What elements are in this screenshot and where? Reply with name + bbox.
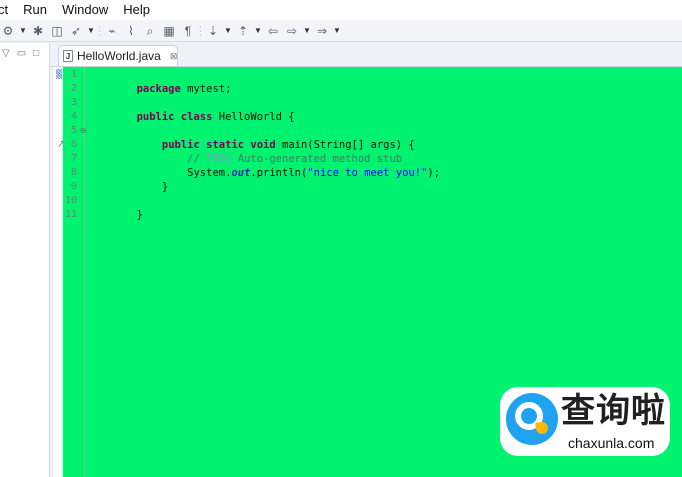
new-package-icon[interactable]: ✱: [30, 23, 46, 39]
eclipse-window: ct Run Window Help ⚙ ▼ ✱ ◫ ➶ ▼ ⋮ ⌁ ⌇ ⌕ ▦…: [0, 0, 682, 477]
minimize-icon[interactable]: ▭: [17, 49, 26, 59]
toolbar-separator-icon: ⋮: [93, 23, 106, 38]
code-text: );: [427, 167, 441, 179]
code-text: }: [136, 209, 143, 221]
previous-annotation-icon[interactable]: ⇡: [235, 23, 251, 39]
search-icon[interactable]: ⌕: [142, 23, 158, 39]
code-line[interactable]: public static void main(String[] args) {: [86, 124, 415, 151]
dropdown-arrow-icon[interactable]: ▼: [254, 23, 262, 39]
editor-annotation-gutter: ↗: [54, 67, 65, 477]
close-icon[interactable]: ⊠: [170, 51, 177, 62]
editor-tab-title: HelloWorld.java: [77, 49, 161, 63]
dropdown-arrow-icon[interactable]: ▼: [333, 23, 341, 39]
dropdown-arrow-icon[interactable]: ▼: [19, 23, 27, 39]
code-text: mytest;: [180, 83, 232, 95]
current-line-indicator: [56, 69, 62, 79]
view-menu-icon[interactable]: ▽: [2, 49, 10, 59]
line-number: 1: [70, 69, 77, 80]
package-explorer-panel: ▽ ▭ □: [0, 43, 50, 477]
annotation-icon[interactable]: ▦: [161, 23, 177, 39]
panel-controls: ▽ ▭ □: [2, 49, 39, 59]
code-line[interactable]: System.out.println("nice to meet you!");: [86, 152, 440, 179]
editor-tab-helloworld[interactable]: J HelloWorld.java ⊠: [58, 45, 178, 66]
watermark-domain: chaxunla.com: [568, 435, 655, 451]
code-line[interactable]: }: [86, 194, 143, 221]
menu-run[interactable]: Run: [23, 0, 54, 20]
line-number: 2: [70, 83, 77, 94]
watermark: 查询啦 chaxunla.com: [500, 387, 670, 456]
line-number: 10: [64, 195, 77, 206]
line-number: 6: [70, 139, 77, 150]
code-line[interactable]: }: [86, 166, 168, 193]
code-text: HelloWorld {: [212, 111, 295, 123]
menu-help[interactable]: Help: [123, 0, 157, 20]
code-text: }: [161, 181, 169, 193]
line-number: 11: [64, 209, 77, 220]
code-text: System.: [187, 167, 232, 179]
menu-project[interactable]: ct: [0, 0, 15, 20]
forward-icon[interactable]: ⇨: [284, 23, 300, 39]
line-number: 5: [70, 125, 77, 136]
java-file-icon: J: [63, 50, 73, 62]
code-line[interactable]: // TODO Auto-generated method stub: [86, 138, 402, 165]
code-field: out: [231, 167, 251, 179]
new-class-icon[interactable]: ◫: [49, 23, 65, 39]
line-number: 8: [70, 167, 77, 178]
open-type-hierarchy-icon[interactable]: ⌇: [123, 23, 139, 39]
code-keyword: public class: [136, 111, 213, 123]
menu-bar: ct Run Window Help: [0, 0, 682, 20]
code-line[interactable]: package mytest;: [86, 68, 232, 95]
open-type-icon[interactable]: ⌁: [104, 23, 120, 39]
dropdown-arrow-icon[interactable]: ▼: [224, 23, 232, 39]
main-toolbar: ⚙ ▼ ✱ ◫ ➶ ▼ ⋮ ⌁ ⌇ ⌕ ▦ ¶ ⋮ ⇣ ▼ ⇡ ▼ ⇦ ⇨ ▼ …: [0, 20, 682, 42]
back-icon[interactable]: ⇦: [265, 23, 281, 39]
code-line[interactable]: public class HelloWorld {: [86, 96, 295, 123]
code-string: "nice to meet you!": [307, 167, 428, 179]
code-keyword: package: [136, 83, 181, 95]
line-number: 9: [70, 181, 77, 192]
watermark-title: 查询啦: [561, 391, 666, 431]
line-number: 4: [70, 111, 77, 122]
maximize-icon[interactable]: □: [33, 49, 39, 59]
editor-tab-bar: J HelloWorld.java ⊠: [50, 43, 682, 67]
next-annotation-icon[interactable]: ⇣: [205, 23, 221, 39]
search-logo-icon: [506, 393, 558, 445]
next-edit-icon[interactable]: ⇒: [314, 23, 330, 39]
code-text: .println(: [250, 167, 308, 179]
java-editor[interactable]: ↗ 1 2 3 4 5 ⊖ 6 7 8 9 10 11 package myte…: [54, 67, 682, 477]
new-interface-icon[interactable]: ➶: [68, 23, 84, 39]
menu-window[interactable]: Window: [62, 0, 115, 20]
toolbar-separator-icon: ⋮: [194, 23, 207, 38]
line-number: 7: [70, 153, 77, 164]
line-number-ruler: 1 2 3 4 5 ⊖ 6 7 8 9 10 11: [63, 67, 87, 477]
new-java-project-icon[interactable]: ⚙: [0, 23, 16, 39]
line-number: 3: [70, 97, 77, 108]
dropdown-arrow-icon[interactable]: ▼: [303, 23, 311, 39]
